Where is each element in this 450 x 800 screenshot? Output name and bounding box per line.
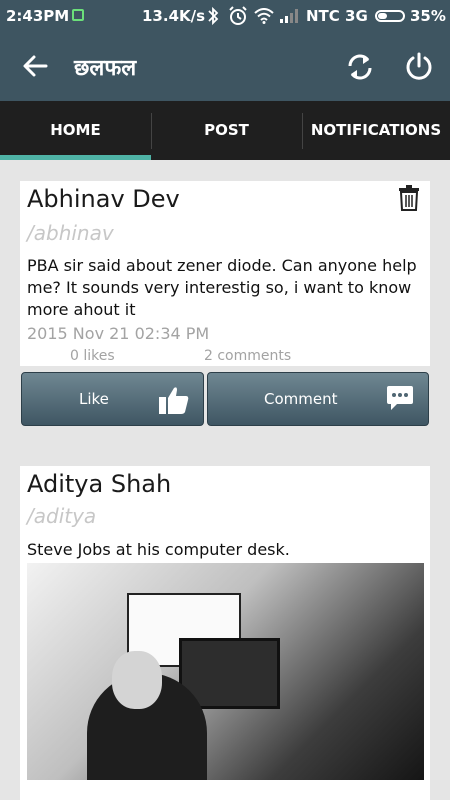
post-date: 2015 Nov 21 02:34 PM bbox=[27, 324, 210, 343]
alarm-icon bbox=[229, 6, 247, 25]
post-text: PBA sir said about zener diode. Can anyo… bbox=[27, 256, 417, 319]
bluetooth-icon bbox=[208, 6, 219, 26]
comments-count[interactable]: 2 comments bbox=[204, 348, 291, 364]
comment-button[interactable]: Comment bbox=[207, 372, 429, 426]
wifi-icon bbox=[254, 8, 274, 24]
post-image[interactable] bbox=[27, 563, 424, 780]
post-handle: /aditya bbox=[27, 504, 97, 528]
power-icon[interactable] bbox=[404, 51, 434, 81]
post-author[interactable]: Abhinav Dev bbox=[27, 185, 180, 213]
thumbs-up-icon bbox=[159, 387, 189, 414]
status-time: 2:43PM bbox=[6, 7, 70, 25]
likes-count: 0 likes bbox=[70, 348, 115, 364]
post-handle: /abhinav bbox=[27, 221, 114, 245]
battery-percent: 35% bbox=[410, 7, 446, 25]
refresh-icon[interactable] bbox=[345, 52, 375, 82]
app-title: छलफल bbox=[74, 56, 137, 81]
chat-bubble-icon bbox=[387, 386, 413, 410]
tab-home[interactable]: HOME bbox=[0, 101, 151, 160]
status-bar: 2:43PM 13.4K/s NTC 3G 35% bbox=[0, 0, 450, 32]
status-network: NTC 3G bbox=[306, 7, 368, 25]
post-text: Steve Jobs at his computer desk. bbox=[27, 540, 290, 559]
arrow-back-icon[interactable] bbox=[22, 54, 48, 78]
tab-notifications[interactable]: NOTIFICATIONS bbox=[302, 101, 450, 160]
post-card: Abhinav Dev /abhinav PBA sir said about … bbox=[20, 181, 430, 366]
status-speed: 13.4K/s bbox=[142, 7, 206, 25]
trash-icon[interactable] bbox=[398, 185, 420, 211]
battery-icon bbox=[375, 10, 405, 22]
signal-icon bbox=[280, 9, 298, 23]
active-tab-indicator bbox=[0, 155, 151, 160]
post-author[interactable]: Aditya Shah bbox=[27, 470, 171, 498]
app-bar: छलफल bbox=[0, 32, 450, 101]
like-button-label: Like bbox=[79, 390, 109, 408]
notification-app-icon bbox=[72, 9, 84, 21]
tab-bar: HOME POST NOTIFICATIONS bbox=[0, 101, 450, 160]
comment-button-label: Comment bbox=[264, 390, 338, 408]
like-button[interactable]: Like bbox=[21, 372, 204, 426]
post-card: Aditya Shah /aditya Steve Jobs at his co… bbox=[20, 466, 430, 800]
tab-post[interactable]: POST bbox=[151, 101, 302, 160]
